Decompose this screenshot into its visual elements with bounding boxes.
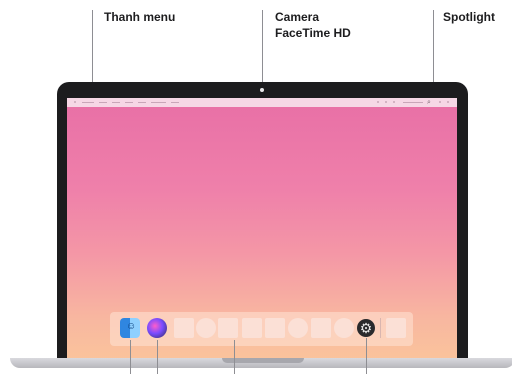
gear-icon[interactable]: ⚙ bbox=[357, 319, 375, 337]
dock-app-icon[interactable] bbox=[196, 318, 216, 338]
camera-callout-line2: FaceTime HD bbox=[275, 26, 351, 40]
menu-item[interactable] bbox=[112, 102, 120, 103]
status-icon[interactable] bbox=[377, 101, 379, 103]
status-icon[interactable] bbox=[393, 101, 395, 103]
siri-leader bbox=[157, 340, 158, 374]
system-preferences-leader bbox=[366, 338, 367, 374]
finder-face-glyph: ☺ bbox=[126, 321, 137, 332]
notification-icon[interactable] bbox=[447, 101, 449, 103]
dock-app-icon[interactable] bbox=[265, 318, 285, 338]
dock-app-icon[interactable] bbox=[334, 318, 354, 338]
trackpad-leader bbox=[234, 340, 235, 374]
siri-icon[interactable] bbox=[147, 318, 167, 338]
dock-app-icon[interactable] bbox=[288, 318, 308, 338]
facetime-camera bbox=[260, 88, 264, 92]
menu-bar-callout: Thanh menu bbox=[104, 10, 176, 24]
spotlight-callout: Spotlight bbox=[443, 10, 495, 24]
menu-item[interactable] bbox=[171, 102, 179, 103]
menu-item[interactable] bbox=[138, 102, 146, 103]
dock-app-icon[interactable] bbox=[174, 318, 194, 338]
search-icon[interactable]: ⌕ bbox=[427, 99, 431, 106]
dock-app-icon[interactable] bbox=[311, 318, 331, 338]
menu-bar[interactable]: ⌕ bbox=[67, 98, 457, 107]
finder-icon[interactable]: ☺ bbox=[120, 318, 140, 338]
dock-trash-icon[interactable] bbox=[386, 318, 406, 338]
camera-callout-line1: Camera bbox=[275, 10, 320, 24]
camera-leader bbox=[262, 10, 263, 86]
dock-separator bbox=[380, 318, 381, 338]
control-center-icon[interactable] bbox=[439, 101, 441, 103]
menu-item[interactable] bbox=[151, 102, 166, 103]
status-icon[interactable] bbox=[385, 101, 387, 103]
menu-item[interactable] bbox=[99, 102, 107, 103]
gear-glyph: ⚙ bbox=[359, 320, 373, 336]
menu-item[interactable] bbox=[125, 102, 133, 103]
dock-app-icon[interactable] bbox=[218, 318, 238, 338]
finder-leader bbox=[130, 340, 131, 374]
apple-menu-icon[interactable] bbox=[74, 101, 76, 103]
clock-status[interactable] bbox=[403, 102, 423, 103]
dock-app-icon[interactable] bbox=[242, 318, 262, 338]
menu-item[interactable] bbox=[82, 102, 94, 103]
